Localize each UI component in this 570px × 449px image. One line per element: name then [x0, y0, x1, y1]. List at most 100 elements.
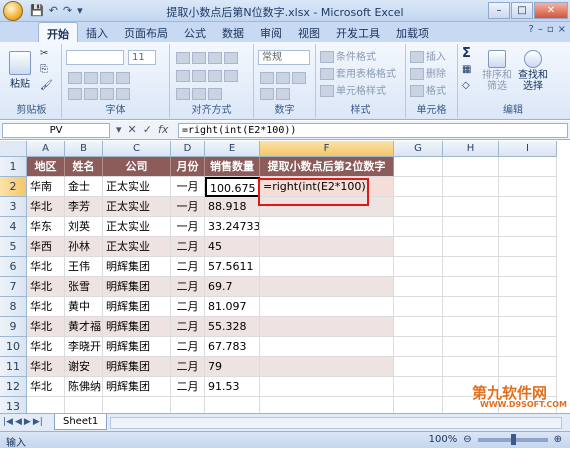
first-sheet-icon[interactable]: |◀	[3, 417, 13, 427]
last-sheet-icon[interactable]: ▶|	[33, 417, 43, 427]
empty-cell[interactable]	[499, 257, 557, 277]
formula-input[interactable]: =right(int(E2*100))	[178, 123, 568, 138]
align-bottom-icon[interactable]	[208, 52, 222, 64]
font-name-field[interactable]	[66, 50, 124, 65]
table-cell[interactable]	[260, 277, 394, 297]
tab-home[interactable]: 开始	[38, 22, 78, 42]
currency-icon[interactable]	[260, 72, 274, 84]
empty-cell[interactable]	[443, 177, 499, 197]
table-cell[interactable]: 明辉集团	[103, 277, 171, 297]
empty-cell[interactable]	[394, 177, 443, 197]
table-cell[interactable]: 金士	[65, 177, 103, 197]
row-header-1[interactable]: 1	[0, 157, 27, 177]
table-cell[interactable]: 二月	[171, 317, 205, 337]
grow-font-icon[interactable]	[116, 72, 130, 84]
prev-sheet-icon[interactable]: ◀	[15, 417, 22, 427]
sheet-tab-sheet1[interactable]: Sheet1	[54, 414, 108, 430]
table-cell[interactable]: 正太实业	[103, 217, 171, 237]
tab-formulas[interactable]: 公式	[176, 22, 214, 42]
row-header-2[interactable]: 2	[0, 177, 27, 197]
enter-icon[interactable]: ✓	[143, 123, 152, 136]
cell-style-button[interactable]: 单元格样式	[320, 82, 386, 97]
table-cell[interactable]: 正太实业	[103, 177, 171, 197]
table-cell[interactable]: 华北	[27, 257, 65, 277]
ribbon-restore-icon[interactable]: ▫	[547, 24, 554, 35]
find-select-button[interactable]: 查找和 选择	[516, 48, 550, 94]
empty-cell[interactable]	[499, 157, 557, 177]
zoom-in-icon[interactable]: ⊕	[554, 434, 562, 445]
fill-icon[interactable]: ▦	[462, 64, 471, 75]
table-cell[interactable]: 王伟	[65, 257, 103, 277]
cancel-icon[interactable]: ✕	[128, 123, 137, 136]
column-header-i[interactable]: I	[499, 141, 557, 157]
italic-icon[interactable]	[84, 72, 98, 84]
row-header-10[interactable]: 10	[0, 337, 27, 357]
table-cell[interactable]: 张雪	[65, 277, 103, 297]
table-cell[interactable]	[260, 357, 394, 377]
row-header-3[interactable]: 3	[0, 197, 27, 217]
empty-cell[interactable]	[443, 357, 499, 377]
zoom-slider-thumb[interactable]	[510, 433, 516, 445]
table-cell[interactable]	[260, 337, 394, 357]
indent-increase-icon[interactable]	[192, 88, 206, 100]
empty-cell[interactable]	[443, 197, 499, 217]
header-cell[interactable]: 姓名	[65, 157, 103, 177]
border-icon[interactable]	[68, 88, 82, 100]
zoom-level[interactable]: 100%	[429, 434, 458, 445]
empty-cell[interactable]	[394, 157, 443, 177]
column-header-e[interactable]: E	[205, 141, 260, 157]
table-cell[interactable]: 华北	[27, 357, 65, 377]
tab-addins[interactable]: 加载项	[388, 22, 437, 42]
empty-cell[interactable]	[443, 257, 499, 277]
row-header-7[interactable]: 7	[0, 277, 27, 297]
font-color-icon[interactable]	[100, 88, 114, 100]
row-header-8[interactable]: 8	[0, 297, 27, 317]
table-cell[interactable]: 华西	[27, 237, 65, 257]
table-cell[interactable]: 88.918	[205, 197, 260, 217]
empty-cell[interactable]	[394, 357, 443, 377]
active-cell[interactable]: 100.675	[205, 177, 260, 197]
bold-icon[interactable]	[68, 72, 82, 84]
table-cell[interactable]: 黄才福	[65, 317, 103, 337]
table-cell[interactable]: 二月	[171, 297, 205, 317]
column-header-a[interactable]: A	[27, 141, 65, 157]
table-cell[interactable]: 华北	[27, 297, 65, 317]
column-header-b[interactable]: B	[65, 141, 103, 157]
empty-cell[interactable]	[394, 257, 443, 277]
row-header-11[interactable]: 11	[0, 357, 27, 377]
number-format-field[interactable]: 常规	[258, 50, 310, 65]
empty-cell[interactable]	[499, 277, 557, 297]
table-cell[interactable]: 黄中	[65, 297, 103, 317]
row-header-4[interactable]: 4	[0, 217, 27, 237]
header-cell[interactable]: 销售数量	[205, 157, 260, 177]
header-cell[interactable]: 月份	[171, 157, 205, 177]
orientation-icon[interactable]	[208, 88, 222, 100]
table-cell[interactable]: 华北	[27, 317, 65, 337]
select-all-corner[interactable]	[0, 141, 27, 157]
column-header-h[interactable]: H	[443, 141, 499, 157]
header-cell[interactable]: 提取小数点后第2位数字	[260, 157, 394, 177]
phonetic-icon[interactable]	[116, 88, 130, 100]
column-header-c[interactable]: C	[103, 141, 171, 157]
empty-cell[interactable]	[499, 177, 557, 197]
tab-data[interactable]: 数据	[214, 22, 252, 42]
table-cell[interactable]: 华北	[27, 277, 65, 297]
table-cell[interactable]: 明辉集团	[103, 377, 171, 397]
column-header-f[interactable]: F	[260, 141, 394, 157]
table-cell[interactable]: 明辉集团	[103, 337, 171, 357]
row-header-12[interactable]: 12	[0, 377, 27, 397]
copy-icon[interactable]: ⎘	[40, 64, 48, 75]
empty-cell[interactable]	[394, 377, 443, 397]
table-cell[interactable]: 陈佛纳	[65, 377, 103, 397]
wrap-text-icon[interactable]	[224, 52, 238, 64]
font-size-field[interactable]: 11	[128, 50, 156, 65]
insert-cells-button[interactable]: 插入	[410, 48, 446, 63]
table-cell[interactable]: 华南	[27, 177, 65, 197]
empty-cell[interactable]	[499, 297, 557, 317]
table-cell[interactable]: 57.5611	[205, 257, 260, 277]
merge-icon[interactable]	[224, 70, 238, 82]
empty-cell[interactable]	[394, 337, 443, 357]
sort-filter-button[interactable]: 排序和 筛选	[482, 48, 512, 94]
tab-review[interactable]: 审阅	[252, 22, 290, 42]
tab-view[interactable]: 视图	[290, 22, 328, 42]
